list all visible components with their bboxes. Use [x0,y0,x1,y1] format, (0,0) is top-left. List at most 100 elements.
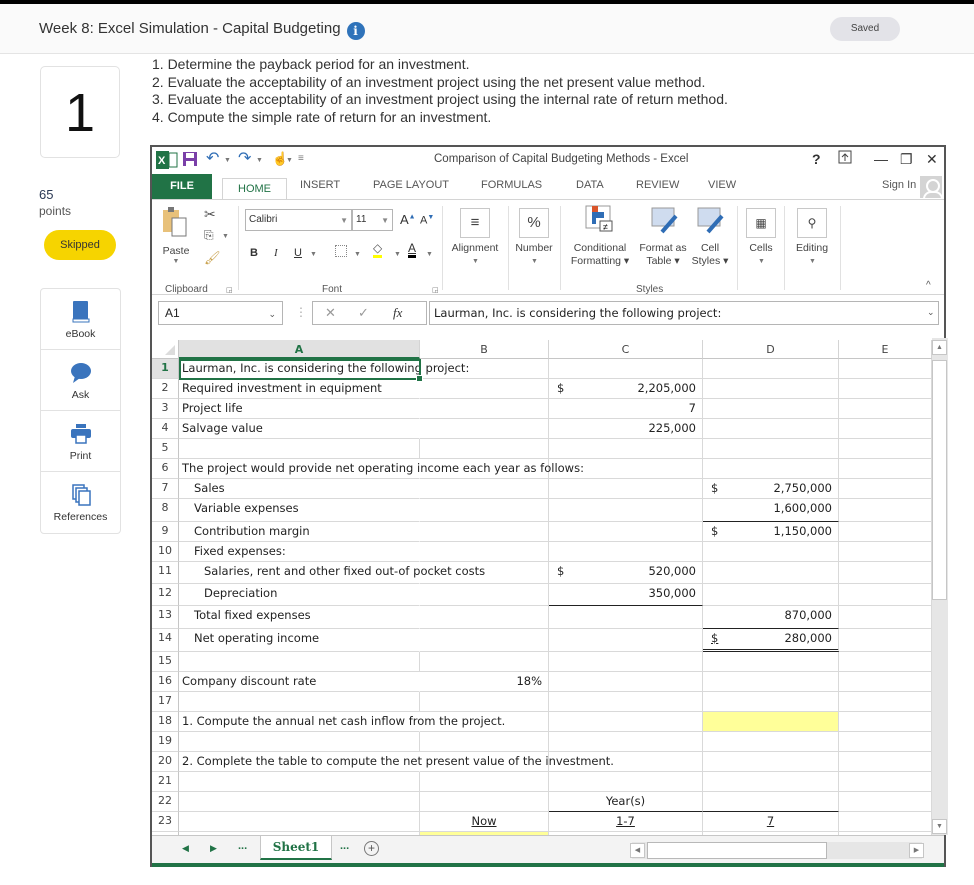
cell-a7[interactable]: Sales [179,479,420,499]
row-header[interactable]: 4 [152,419,179,439]
cell-d2[interactable] [703,379,839,399]
find-binoculars-icon[interactable]: ⚲ [797,208,827,238]
ebook-button[interactable]: eBook [41,289,120,350]
column-header-b[interactable]: B [420,340,549,359]
touch-dropdown-icon[interactable]: ▼ [286,157,293,164]
row-header[interactable]: 17 [152,692,179,712]
cell-c21[interactable] [549,772,703,792]
cell-b12[interactable] [420,584,549,606]
row-header[interactable]: 7 [152,479,179,499]
number-button[interactable]: Number [510,242,558,255]
borders-icon[interactable] [335,245,347,257]
tab-home[interactable]: HOME [222,178,287,200]
cell-a13[interactable]: Total fixed expenses [179,606,420,629]
cell-c2[interactable]: 2,205,000 $ [549,379,703,399]
cell-a22[interactable] [179,792,420,812]
cell-b19[interactable] [420,732,549,752]
alignment-icon[interactable]: ≡ [460,208,490,238]
cell-e22[interactable] [839,792,932,812]
cell-c12[interactable]: 350,000 [549,584,703,606]
conditional-formatting-button[interactable]: Conditional Formatting ▾ [562,242,638,268]
cell-a19[interactable] [179,732,420,752]
cell-b3[interactable] [420,399,549,419]
cell-e4[interactable] [839,419,932,439]
info-icon[interactable]: i [346,22,365,40]
font-color-icon[interactable]: A [408,242,417,258]
cell-d10[interactable] [703,542,839,562]
cell-d18[interactable] [703,712,839,732]
cell-d4[interactable] [703,419,839,439]
sheet-next-icon[interactable]: ▶ [210,843,217,854]
cell-e16[interactable] [839,672,932,692]
cell-d11[interactable] [703,562,839,584]
copy-dropdown-icon[interactable]: ▼ [222,233,229,240]
sheet-prev-icon[interactable]: ◀ [182,843,189,854]
cell-e18[interactable] [839,712,932,732]
increase-font-icon[interactable]: A▲ [400,212,416,227]
cell-c1[interactable] [549,359,703,379]
cancel-icon[interactable]: ✕ [325,305,336,321]
user-avatar-icon[interactable] [920,176,942,198]
row-header[interactable]: 21 [152,772,179,792]
cell-a3[interactable]: Project life [179,399,420,419]
cell-d5[interactable] [703,439,839,459]
cell-e1[interactable] [839,359,932,379]
cell-d13[interactable]: 870,000 [703,606,839,629]
cell-d12[interactable] [703,584,839,606]
collapse-ribbon-icon[interactable]: ^ [926,280,931,291]
scroll-right-button[interactable]: ▶ [909,843,924,858]
cell-e3[interactable] [839,399,932,419]
tab-page-layout[interactable]: PAGE LAYOUT [373,179,449,191]
cell-b23[interactable]: Now [420,812,549,832]
cell-a5[interactable] [179,439,420,459]
cell-d20[interactable] [703,752,839,772]
sheet-tab-sheet1[interactable]: Sheet1 [260,836,332,860]
name-box[interactable]: A1 ⌄ [158,301,283,325]
cell-c7[interactable] [549,479,703,499]
cell-e14[interactable] [839,629,932,652]
horizontal-scroll-thumb[interactable] [647,842,827,859]
cell-d1[interactable] [703,359,839,379]
add-sheet-button[interactable]: + [364,841,379,856]
expand-formula-icon[interactable]: ⌄ [927,307,935,318]
cell-a21[interactable] [179,772,420,792]
cell-b21[interactable] [420,772,549,792]
cell-a20[interactable]: 2. Complete the table to compute the net… [179,752,614,772]
scroll-down-button[interactable]: ▼ [932,819,947,834]
cell-b17[interactable] [420,692,549,712]
cell-styles-button[interactable]: Cell Styles ▾ [690,242,730,268]
cell-a6[interactable]: The project would provide net operating … [179,459,584,479]
cell-c14[interactable] [549,629,703,652]
cut-icon[interactable]: ✂ [204,206,216,223]
row-header[interactable]: 16 [152,672,179,692]
help-button[interactable]: ? [812,151,821,167]
drag-handle-icon[interactable]: ⋮ [295,305,307,319]
row-header[interactable]: 1 [152,359,179,379]
fill-color-icon[interactable]: ◇ [373,242,383,258]
cell-e6[interactable] [839,459,932,479]
cell-e15[interactable] [839,652,932,672]
cell-d22[interactable] [703,792,839,812]
row-header[interactable]: 3 [152,399,179,419]
cell-c5[interactable] [549,439,703,459]
cell-e19[interactable] [839,732,932,752]
row-header[interactable]: 23 [152,812,179,832]
clipboard-launcher-icon[interactable]: ◲ [226,286,233,294]
alignment-button[interactable]: Alignment [446,242,504,255]
column-header-d[interactable]: D [703,340,839,359]
insert-function-icon[interactable]: fx [393,305,402,321]
tab-file[interactable]: FILE [152,174,212,199]
vertical-scroll-thumb[interactable] [932,360,947,600]
sheet-more-left[interactable]: ... [238,840,247,852]
row-header[interactable]: 10 [152,542,179,562]
cell-b7[interactable] [420,479,549,499]
row-header[interactable]: 8 [152,499,179,522]
cell-a12[interactable]: Depreciation [179,584,420,606]
tab-review[interactable]: REVIEW [636,179,679,191]
cell-b10[interactable] [420,542,549,562]
font-launcher-icon[interactable]: ◲ [432,286,439,294]
cells-button[interactable]: Cells [740,242,782,255]
row-header[interactable]: 12 [152,584,179,606]
sheet-more-right[interactable]: ... [340,840,349,852]
cell-d15[interactable] [703,652,839,672]
